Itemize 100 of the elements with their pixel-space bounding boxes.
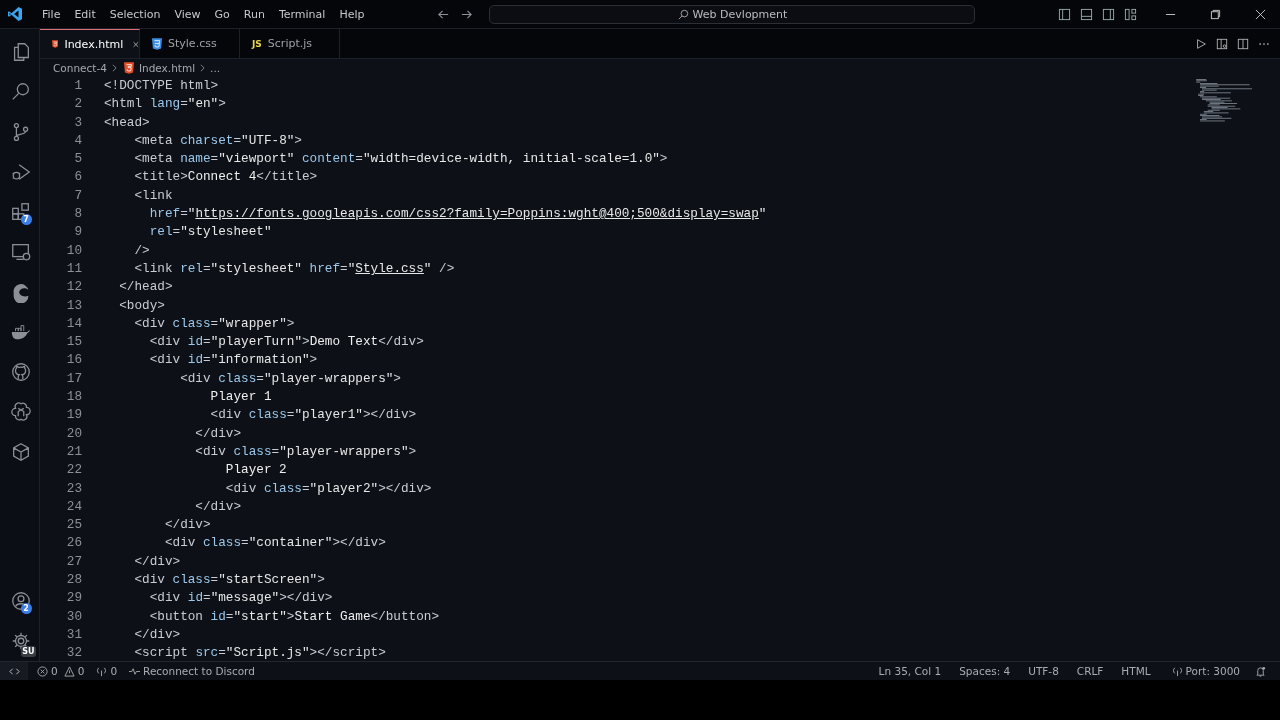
line-number: 17 — [65, 369, 82, 388]
status-item[interactable]: Spaces: 4 — [959, 665, 1011, 677]
status-item[interactable]: Ln 35, Col 1 — [878, 665, 942, 677]
line-number: 13 — [65, 296, 82, 315]
line-number: 25 — [65, 516, 82, 535]
restore-icon[interactable] — [1210, 8, 1221, 20]
code-line: <div class="wrapper"> — [133, 314, 295, 333]
close-icon[interactable] — [1255, 8, 1266, 20]
line-number: 7 — [73, 186, 82, 205]
code-line: Player 1 — [209, 388, 272, 407]
count-badge: 2 — [20, 603, 32, 614]
code-line: <!DOCTYPE html> — [104, 77, 219, 95]
status-item[interactable]: Port: 3000 — [1185, 665, 1240, 677]
breadcrumb-item[interactable]: Index.html — [138, 62, 196, 74]
line-number: 8 — [73, 205, 82, 224]
code-line: </div> — [194, 497, 242, 516]
menu-item[interactable]: View — [167, 7, 208, 21]
customize-layout-icon[interactable] — [1124, 7, 1137, 21]
preview-icon[interactable] — [1216, 37, 1228, 50]
secondary-sidebar-icon[interactable] — [1102, 7, 1115, 21]
js-file-icon: JS — [252, 38, 262, 49]
status-item[interactable]: CRLF — [1076, 665, 1104, 677]
css-file-icon — [152, 37, 162, 50]
editor-tab[interactable]: JS Script.js — [240, 29, 340, 58]
line-number: 24 — [65, 497, 82, 516]
breadcrumb-item[interactable]: Connect-4 — [53, 62, 107, 74]
html-file-icon — [52, 38, 59, 50]
chevron-icon — [111, 64, 117, 72]
code-line: <div class="player-wrappers"> — [194, 442, 417, 461]
ports-count[interactable]: 0 — [110, 665, 118, 677]
status-item[interactable]: HTML — [1121, 665, 1151, 677]
pulse-icon — [129, 665, 141, 677]
knot-icon — [9, 401, 32, 423]
line-number: 15 — [65, 333, 82, 352]
menu-item[interactable]: Help — [332, 7, 372, 21]
line-number: 3 — [73, 113, 82, 132]
status-item[interactable]: Reconnect to Discord — [143, 665, 255, 677]
code-line: <div class="player-wrappers"> — [179, 369, 401, 388]
code-line: </div> — [133, 625, 181, 644]
line-number: 23 — [65, 479, 82, 498]
remote-button[interactable] — [0, 662, 28, 680]
code-line: <meta name="viewport" content="width=device-width, initial-scale=1.0"> — [133, 150, 668, 169]
line-number: 29 — [65, 589, 82, 608]
line-number: 16 — [65, 351, 82, 370]
code-line: <div id="information"> — [148, 351, 318, 370]
monitor-icon — [9, 241, 32, 263]
line-number: 1 — [73, 77, 82, 95]
activity-bar-button[interactable]: 2 — [0, 581, 40, 621]
editor-tab[interactable]: Style.css — [140, 29, 240, 58]
warning-count[interactable]: 0 — [77, 665, 85, 677]
breadcrumb-item[interactable]: ... — [210, 62, 221, 74]
code-line: <div id="playerTurn">Demo Text</div> — [148, 333, 424, 352]
html-file-icon — [123, 62, 134, 74]
line-number: 28 — [65, 571, 82, 589]
code-line: <title>Connect 4</title> — [133, 168, 318, 187]
line-number: 9 — [73, 223, 82, 242]
code-line: <meta charset="UTF-8"> — [133, 131, 302, 150]
line-number: 20 — [65, 424, 82, 443]
chevron-icon — [200, 64, 206, 72]
activity-bar-button[interactable]: 7 — [0, 192, 40, 232]
bell-icon[interactable] — [1255, 665, 1266, 677]
panel-layout-icon[interactable] — [1080, 7, 1093, 21]
code-line: <link — [133, 186, 173, 205]
line-number: 10 — [65, 241, 82, 260]
menu-item[interactable]: Edit — [67, 7, 103, 21]
line-number: 11 — [65, 259, 82, 278]
run-debug-icon — [9, 161, 32, 183]
line-number: 26 — [65, 534, 82, 553]
code-line: <body> — [118, 296, 165, 315]
search-field[interactable]: Web Devlopment — [489, 4, 976, 24]
code-line: Player 2 — [224, 461, 287, 480]
menu-item[interactable]: File — [35, 7, 68, 21]
line-number: 19 — [65, 406, 82, 425]
line-number: 21 — [65, 442, 82, 461]
count-badge: SU — [21, 646, 36, 657]
menu-item[interactable]: Run — [236, 7, 272, 21]
editor-tab[interactable]: Index.html — [40, 29, 140, 58]
menu-item[interactable]: Go — [207, 7, 237, 21]
line-number: 27 — [65, 552, 82, 571]
play-icon[interactable] — [1195, 37, 1207, 50]
split-editor-icon[interactable] — [1237, 37, 1249, 50]
code-line: <link rel="stylesheet" href="Style.css" /> — [133, 259, 455, 278]
status-item[interactable]: UTF-8 — [1028, 665, 1059, 677]
sidebar-layout-icon[interactable] — [1058, 7, 1071, 21]
menu-item[interactable]: Selection — [102, 7, 168, 21]
menu-item[interactable]: Terminal — [271, 7, 333, 21]
cat-icon — [9, 361, 32, 383]
minimap-drawing — [1194, 79, 1252, 123]
error-icon — [37, 665, 48, 677]
line-number: 4 — [73, 131, 82, 150]
blocks-icon — [9, 201, 32, 223]
warning-icon — [63, 665, 75, 677]
code-line: <script src="Script.js"></script> — [133, 644, 386, 661]
code-line: </div> — [163, 516, 211, 535]
error-count[interactable]: 0 — [51, 665, 58, 677]
code-line: <div class="player2"></div> — [224, 479, 432, 498]
search-icon — [677, 8, 689, 20]
code-line: /> — [133, 241, 150, 260]
line-number: 14 — [65, 314, 82, 333]
activity-bar-button[interactable]: SU — [0, 621, 40, 661]
